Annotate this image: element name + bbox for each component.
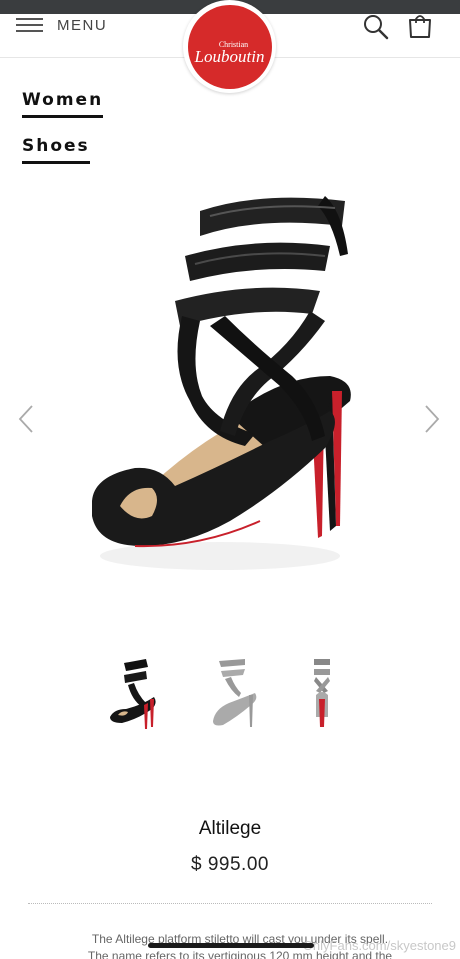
search-button[interactable] xyxy=(362,14,390,40)
site-header: MENU Christian Louboutin xyxy=(0,0,460,93)
search-icon xyxy=(364,15,389,40)
gallery-next-button[interactable] xyxy=(420,402,444,436)
product-name: Altilege xyxy=(198,818,262,839)
gallery-prev-button[interactable] xyxy=(14,402,38,436)
thumbnail-1[interactable] xyxy=(102,655,174,737)
thumbnail-1-image xyxy=(110,659,156,729)
logo-text-main: Louboutin xyxy=(194,47,265,66)
thumbnail-2[interactable] xyxy=(195,655,267,737)
breadcrumb: Women Shoes xyxy=(22,90,104,182)
thumbnail-3-image xyxy=(314,659,330,727)
shopping-bag-icon xyxy=(409,15,431,38)
chevron-right-icon xyxy=(425,405,440,433)
product-price: $ 995.00 xyxy=(191,854,269,875)
thumbnail-2-image xyxy=(213,659,257,727)
chevron-left-icon xyxy=(18,405,33,433)
product-image xyxy=(92,196,351,570)
breadcrumb-shoes[interactable]: Shoes xyxy=(22,136,90,164)
thumbnail-3[interactable] xyxy=(288,655,360,737)
watermark: OnlyFans.com/skyestone9 xyxy=(302,938,456,953)
home-indicator[interactable] xyxy=(148,943,314,948)
menu-label: MENU xyxy=(57,16,108,34)
shopping-bag-button[interactable] xyxy=(406,14,434,40)
brand-logo[interactable]: Christian Louboutin xyxy=(183,0,276,93)
section-divider xyxy=(28,903,432,904)
gallery-thumbnails xyxy=(102,655,362,737)
logo-badge: Christian Louboutin xyxy=(187,4,272,89)
menu-button[interactable]: MENU xyxy=(16,14,107,36)
breadcrumb-women[interactable]: Women xyxy=(22,90,104,118)
hamburger-icon xyxy=(16,18,43,32)
